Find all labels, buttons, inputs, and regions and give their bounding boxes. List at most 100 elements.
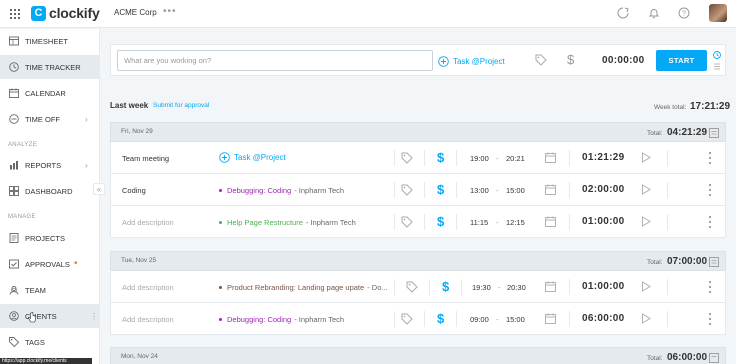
more-options-icon[interactable] bbox=[708, 151, 712, 165]
entry-project-label: Debugging: Coding bbox=[227, 315, 292, 324]
entry-end-time[interactable]: 20:21 bbox=[506, 154, 525, 163]
entry-project[interactable]: Debugging: Coding - Inpharm Tech bbox=[219, 315, 344, 324]
divider bbox=[667, 214, 668, 230]
play-icon[interactable] bbox=[641, 152, 651, 163]
tag-icon[interactable] bbox=[406, 281, 418, 293]
entry-project[interactable]: Product Rebranding: Landing page upate -… bbox=[219, 283, 388, 292]
billable-dollar-icon[interactable]: $ bbox=[437, 182, 444, 197]
section-analyze: ANALYZE bbox=[8, 142, 37, 148]
entry-end-time[interactable]: 12:15 bbox=[506, 218, 525, 227]
calendar-icon[interactable] bbox=[545, 281, 556, 292]
billable-dollar-icon[interactable]: $ bbox=[437, 214, 444, 229]
project-color-dot bbox=[219, 286, 222, 289]
tag-icon[interactable] bbox=[401, 313, 413, 325]
tag-icon[interactable] bbox=[535, 54, 547, 66]
billable-dollar-icon[interactable]: $ bbox=[437, 311, 444, 326]
bulk-edit-icon[interactable] bbox=[709, 257, 719, 267]
entry-duration[interactable]: 01:00:00 bbox=[582, 281, 624, 292]
start-button[interactable]: START bbox=[656, 50, 707, 71]
more-options-icon[interactable] bbox=[708, 183, 712, 197]
entry-end-time[interactable]: 20:30 bbox=[507, 283, 526, 292]
divider bbox=[456, 311, 457, 327]
sidebar-item-time-off[interactable]: TIME OFF › bbox=[0, 107, 100, 131]
more-options-icon[interactable] bbox=[708, 215, 712, 229]
workspace-menu-icon[interactable]: ••• bbox=[163, 6, 177, 17]
calendar-icon[interactable] bbox=[545, 152, 556, 163]
play-icon[interactable] bbox=[641, 281, 651, 292]
collapse-sidebar-button[interactable]: « bbox=[93, 183, 105, 195]
timer-mode-icons[interactable] bbox=[712, 50, 722, 72]
billable-dollar-icon[interactable]: $ bbox=[437, 150, 444, 165]
play-icon[interactable] bbox=[641, 313, 651, 324]
calendar-icon[interactable] bbox=[545, 313, 556, 324]
entry-description[interactable]: Add description bbox=[122, 315, 174, 324]
sidebar-item-timesheet[interactable]: TIMESHEET bbox=[0, 29, 100, 53]
entry-start-time[interactable]: 09:00 bbox=[470, 315, 489, 324]
drag-handle-icon[interactable]: ⋮ bbox=[90, 312, 98, 321]
bulk-edit-icon[interactable] bbox=[709, 128, 719, 138]
calendar-icon[interactable] bbox=[545, 184, 556, 195]
bulk-edit-icon[interactable] bbox=[709, 353, 719, 363]
entry-description[interactable]: Add description bbox=[122, 218, 174, 227]
sidebar-item-calendar[interactable]: CALENDAR bbox=[0, 81, 100, 105]
divider bbox=[667, 182, 668, 198]
divider bbox=[429, 279, 430, 295]
add-circle-icon bbox=[438, 56, 449, 67]
bell-icon[interactable] bbox=[648, 7, 660, 19]
divider bbox=[456, 150, 457, 166]
entry-description[interactable]: Add description bbox=[122, 283, 174, 292]
app-logo[interactable]: C clockify bbox=[31, 5, 100, 21]
day-total-value: 06:00:00 bbox=[667, 352, 708, 363]
workspace-name[interactable]: ACME Corp bbox=[114, 8, 157, 17]
entry-description[interactable]: Team meeting bbox=[122, 154, 169, 163]
time-entry-row: Add description Help Page Restructure - … bbox=[110, 206, 726, 238]
billable-dollar-icon[interactable]: $ bbox=[567, 52, 574, 67]
entry-duration[interactable]: 06:00:00 bbox=[582, 313, 624, 324]
entry-end-time[interactable]: 15:00 bbox=[506, 315, 525, 324]
tag-icon[interactable] bbox=[401, 152, 413, 164]
help-icon[interactable]: ? bbox=[678, 7, 690, 19]
sidebar-item-projects[interactable]: PROJECTS bbox=[0, 226, 100, 250]
more-options-icon[interactable] bbox=[708, 280, 712, 294]
user-avatar[interactable] bbox=[709, 4, 727, 22]
help-ring-icon[interactable] bbox=[617, 7, 629, 19]
play-icon[interactable] bbox=[641, 184, 651, 195]
entry-duration[interactable]: 02:00:00 bbox=[582, 184, 624, 195]
sidebar-item-reports[interactable]: REPORTS › bbox=[0, 153, 100, 177]
submit-approval-link[interactable]: Submit for approval bbox=[153, 102, 209, 109]
clients-icon bbox=[9, 311, 19, 321]
entry-project[interactable]: Help Page Restructure - Inpharm Tech bbox=[219, 218, 356, 227]
entry-project-picker[interactable]: Task @Project bbox=[219, 152, 286, 163]
billable-dollar-icon[interactable]: $ bbox=[442, 279, 449, 294]
calendar-icon[interactable] bbox=[545, 216, 556, 227]
app-name: clockify bbox=[49, 5, 100, 21]
entry-end-time[interactable]: 15:00 bbox=[506, 186, 525, 195]
tag-icon[interactable] bbox=[401, 216, 413, 228]
apps-grid-icon[interactable] bbox=[10, 9, 20, 19]
entry-start-time[interactable]: 13:00 bbox=[470, 186, 489, 195]
sidebar-item-label: TIME OFF bbox=[25, 114, 60, 124]
timer-bar: What are you working on? Task @Project $… bbox=[110, 44, 726, 76]
divider bbox=[569, 150, 570, 166]
sidebar-item-tags[interactable]: TAGS bbox=[0, 330, 100, 354]
entry-description[interactable]: Coding bbox=[122, 186, 146, 195]
project-picker[interactable]: Task @Project bbox=[438, 56, 505, 67]
entry-project[interactable]: Debugging: Coding - Inpharm Tech bbox=[219, 186, 344, 195]
description-input[interactable]: What are you working on? bbox=[117, 50, 433, 71]
more-options-icon[interactable] bbox=[708, 312, 712, 326]
divider bbox=[569, 214, 570, 230]
sidebar-item-clients[interactable]: CLIENTS ⋮ bbox=[0, 304, 100, 328]
entry-start-time[interactable]: 19:30 bbox=[472, 283, 491, 292]
sidebar-item-dashboard[interactable]: DASHBOARD bbox=[0, 179, 100, 203]
entry-start-time[interactable]: 11:15 bbox=[470, 218, 488, 227]
play-icon[interactable] bbox=[641, 216, 651, 227]
entry-duration[interactable]: 01:00:00 bbox=[582, 216, 624, 227]
sidebar-item-team[interactable]: TEAM bbox=[0, 278, 100, 302]
tag-icon[interactable] bbox=[401, 184, 413, 196]
entry-duration[interactable]: 01:21:29 bbox=[582, 152, 624, 163]
entry-start-time[interactable]: 19:00 bbox=[470, 154, 489, 163]
time-entry-row: Add description Debugging: Coding - Inph… bbox=[110, 303, 726, 335]
sidebar-item-label: PROJECTS bbox=[25, 233, 66, 243]
sidebar-item-approvals[interactable]: APPROVALS • bbox=[0, 252, 100, 276]
sidebar-item-time-tracker[interactable]: TIME TRACKER bbox=[0, 55, 100, 79]
